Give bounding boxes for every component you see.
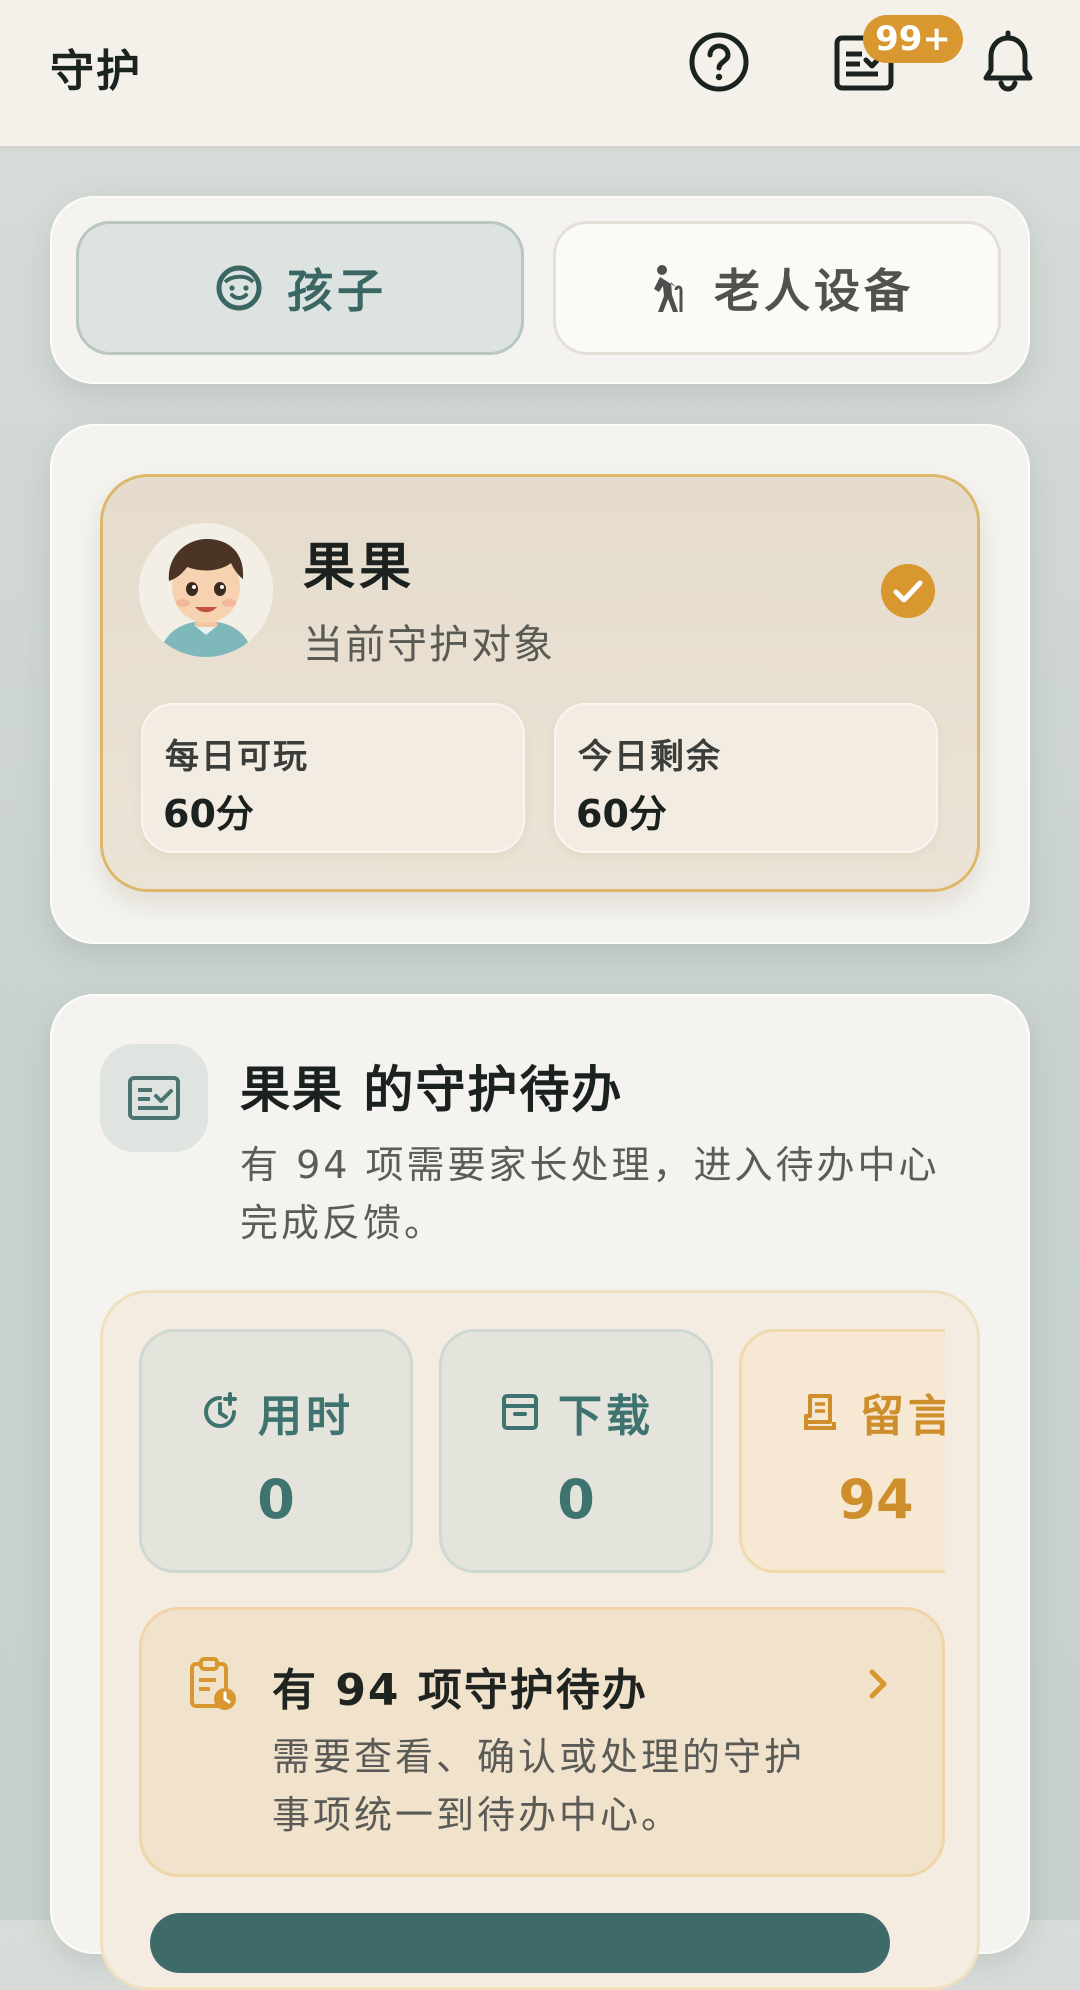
todo-description: 有 94 项需要家长处理，进入待办中心完成反馈。: [240, 1143, 940, 1245]
stat-label: 今日剩余: [578, 737, 722, 777]
target-type-switcher: 孩子 老人设备: [50, 196, 1030, 384]
child-subtitle: 当前守护对象: [303, 622, 555, 668]
app-header: 守护 99+: [0, 0, 1080, 146]
notification-badge: 99+: [863, 15, 963, 63]
metrics-row[interactable]: 用时 0 下载 0 留 94: [139, 1329, 945, 1579]
current-target[interactable]: 果果 当前守护对象 每日可玩 60分 今日剩余 60分: [100, 474, 980, 892]
guard-target-card: 果果 当前守护对象 每日可玩 60分 今日剩余 60分: [50, 424, 1030, 944]
tab-child[interactable]: 孩子: [76, 221, 524, 355]
chevron-right-icon: [858, 1664, 898, 1704]
guard-todo-card: 果果 的守护待办 有 94 项需要家长处理，进入待办中心完成反馈。 用时 0 下…: [50, 994, 1030, 1990]
todo-title: 果果 的守护待办: [240, 1061, 624, 1119]
metric-value: 0: [557, 1468, 595, 1531]
tab-child-label: 孩子: [287, 264, 387, 318]
child-face-icon: [216, 265, 262, 311]
metric-value: 94: [838, 1468, 914, 1531]
elderly-person-icon: [654, 265, 683, 312]
stat-value: 60分: [576, 792, 667, 836]
tab-elderly-label: 老人设备: [714, 264, 914, 318]
daily-allowance-stat: 每日可玩 60分: [141, 703, 525, 853]
metric-downloads[interactable]: 下载 0: [439, 1329, 713, 1573]
cta-description: 需要查看、确认或处理的守护事项统一到待办中心。: [272, 1735, 806, 1837]
cta-title: 有 94 项守护待办: [272, 1665, 648, 1716]
child-name: 果果: [303, 538, 416, 598]
todo-list-icon: [100, 1044, 208, 1152]
todo-center-entry[interactable]: 有 94 项守护待办 需要查看、确认或处理的守护事项统一到待办中心。: [139, 1607, 945, 1877]
message-icon: [804, 1394, 836, 1430]
metric-label: 留言: [860, 1391, 945, 1442]
tab-elderly-device[interactable]: 老人设备: [553, 221, 1001, 355]
avatar: [139, 523, 273, 657]
metric-messages[interactable]: 留言 94: [739, 1329, 945, 1573]
archive-icon: [502, 1394, 538, 1430]
remaining-today-stat: 今日剩余 60分: [554, 703, 938, 853]
metric-usage-time[interactable]: 用时 0: [139, 1329, 413, 1573]
metric-label: 下载: [558, 1391, 654, 1442]
stat-label: 每日可玩: [165, 737, 309, 777]
bell-icon[interactable]: [976, 30, 1040, 94]
metric-label: 用时: [258, 1391, 354, 1442]
page-title: 守护: [50, 46, 142, 97]
help-icon[interactable]: [687, 30, 751, 94]
primary-action-button[interactable]: [150, 1913, 890, 1973]
clock-icon: [204, 1392, 237, 1428]
stat-value: 60分: [163, 792, 254, 836]
clipboard-clock-icon: [188, 1656, 238, 1712]
metric-value: 0: [257, 1468, 295, 1531]
todo-panel: 用时 0 下载 0 留 94 有 94 项守护待办 需要查看、确认或处理的守护事…: [100, 1290, 980, 1990]
selected-check-icon: [880, 563, 936, 619]
